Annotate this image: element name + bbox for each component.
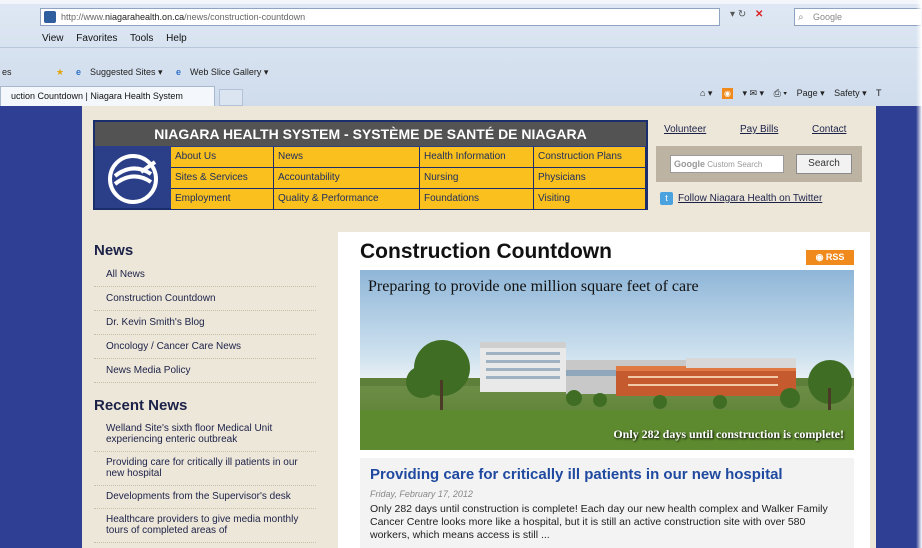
nav-accountability[interactable]: Accountability xyxy=(274,168,420,189)
site-title: NIAGARA HEALTH SYSTEM - SYSTÈME DE SANTÉ… xyxy=(95,122,646,146)
recent-news-list: Welland Site's sixth floor Medical Unit … xyxy=(94,418,324,543)
rss-button[interactable]: ◉ RSS xyxy=(806,250,854,265)
main-nav: About Us News Health Information Constru… xyxy=(171,147,646,210)
browser-chrome: http://www.niagarahealth.on.ca/news/cons… xyxy=(0,0,922,106)
dropdown-arrow-icon[interactable]: ▾ xyxy=(730,9,735,20)
rss-label: RSS xyxy=(825,252,845,262)
web-page: NIAGARA HEALTH SYSTEM - SYSTÈME DE SANTÉ… xyxy=(82,106,876,548)
news-list: All News Construction Countdown Dr. Kevi… xyxy=(94,263,324,383)
nav-sites-services[interactable]: Sites & Services xyxy=(171,168,274,189)
nav-physicians[interactable]: Physicians xyxy=(534,168,646,189)
address-tools: ▾ ↻ ✕ xyxy=(730,9,769,20)
new-tab-button[interactable] xyxy=(219,89,243,106)
article-title[interactable]: Providing care for critically ill patien… xyxy=(370,466,783,483)
recent-news-item[interactable]: Healthcare providers to give media month… xyxy=(94,509,316,543)
suggested-sites[interactable]: Suggested Sites ▾ xyxy=(90,62,163,82)
twitter-label: Follow Niagara Health on Twitter xyxy=(678,193,823,205)
hero-caption: Preparing to provide one million square … xyxy=(368,278,699,295)
cmd-tools[interactable]: T xyxy=(876,88,882,98)
cmd-page[interactable]: Page ▾ xyxy=(797,88,825,98)
menu-view[interactable]: View xyxy=(42,33,64,44)
site-favicon-icon xyxy=(44,11,56,23)
stop-icon[interactable]: ✕ xyxy=(755,9,763,20)
article-teaser: Providing care for critically ill patien… xyxy=(360,458,854,548)
hero-countdown: Only 282 days until construction is comp… xyxy=(613,427,844,441)
recent-news-item[interactable]: Welland Site's sixth floor Medical Unit … xyxy=(94,418,316,452)
site-search-placeholder: Custom Search xyxy=(707,160,763,169)
contact-link[interactable]: Contact xyxy=(812,124,846,135)
menu-bar: View Favorites Tools Help xyxy=(0,30,922,48)
print-icon[interactable]: ⎙ ▾ xyxy=(774,88,787,98)
article-body: Only 282 days until construction is comp… xyxy=(370,503,828,541)
edge-fade-right xyxy=(916,0,922,548)
recent-news-item[interactable]: Developments from the Supervisor's desk xyxy=(94,486,316,509)
address-prefix: http://www. xyxy=(61,12,106,22)
rss-icon: ◉ xyxy=(815,252,826,262)
edge-fade-top xyxy=(0,0,922,4)
nav-nursing[interactable]: Nursing xyxy=(420,168,534,189)
nav-quality-performance[interactable]: Quality & Performance xyxy=(274,189,420,210)
pay-bills-link[interactable]: Pay Bills xyxy=(740,124,778,135)
page-title: Construction Countdown xyxy=(360,240,612,263)
web-slice-gallery[interactable]: Web Slice Gallery ▾ xyxy=(190,62,268,82)
recent-news-item[interactable]: Providing care for critically ill patien… xyxy=(94,452,316,486)
site-header: NIAGARA HEALTH SYSTEM - SYSTÈME DE SANTÉ… xyxy=(93,120,648,210)
command-bar: ⌂ ▾ ◉ ▾ ✉ ▾ ⎙ ▾ Page ▾ Safety ▾ T xyxy=(700,88,889,100)
google-label: Google xyxy=(674,159,705,169)
address-row: http://www.niagarahealth.on.ca/news/cons… xyxy=(40,6,922,28)
favorites-label[interactable]: es xyxy=(2,62,12,82)
twitter-link[interactable]: t Follow Niagara Health on Twitter xyxy=(660,192,822,205)
sidebar-item-construction-countdown[interactable]: Construction Countdown xyxy=(94,287,316,311)
volunteer-link[interactable]: Volunteer xyxy=(664,124,706,135)
recent-news-heading: Recent News xyxy=(94,397,188,414)
address-path: /news/construction-countdown xyxy=(184,12,306,22)
search-icon: ⌕ xyxy=(798,12,804,23)
sidebar: News All News Construction Countdown Dr.… xyxy=(94,242,324,543)
sidebar-item-news-media-policy[interactable]: News Media Policy xyxy=(94,359,316,383)
sidebar-item-oncology-news[interactable]: Oncology / Cancer Care News xyxy=(94,335,316,359)
favorites-bar: es ★ e Suggested Sites ▾ e Web Slice Gal… xyxy=(0,62,922,82)
mail-icon[interactable]: ▾ ✉ ▾ xyxy=(743,88,765,98)
nav-visiting[interactable]: Visiting xyxy=(534,189,646,210)
nav-employment[interactable]: Employment xyxy=(171,189,274,210)
cmd-safety[interactable]: Safety ▾ xyxy=(834,88,867,98)
news-heading: News xyxy=(94,242,134,259)
hero-image: Preparing to provide one million square … xyxy=(360,270,854,450)
nav-health-information[interactable]: Health Information xyxy=(420,147,534,168)
main-content: Construction Countdown ◉ RSS Preparing t… xyxy=(338,232,870,548)
nav-construction-plans[interactable]: Construction Plans xyxy=(534,147,646,168)
add-favorite-icon[interactable]: ★ xyxy=(56,62,64,82)
nav-about-us[interactable]: About Us xyxy=(171,147,274,168)
tab-row: uction Countdown | Niagara Health System… xyxy=(0,84,922,106)
feeds-icon[interactable]: ◉ xyxy=(721,88,733,100)
niagara-health-logo-icon[interactable] xyxy=(101,152,165,206)
nav-foundations[interactable]: Foundations xyxy=(420,189,534,210)
browser-search-placeholder: Google xyxy=(813,12,843,22)
nav-news[interactable]: News xyxy=(274,147,420,168)
web-slice-icon: e xyxy=(176,67,182,77)
sidebar-item-all-news[interactable]: All News xyxy=(94,263,316,287)
menu-favorites[interactable]: Favorites xyxy=(76,33,117,44)
tab-active[interactable]: uction Countdown | Niagara Health System xyxy=(0,86,215,106)
twitter-icon: t xyxy=(660,192,673,205)
menu-help[interactable]: Help xyxy=(166,33,187,44)
sidebar-item-kevin-smith-blog[interactable]: Dr. Kevin Smith's Blog xyxy=(94,311,316,335)
home-icon[interactable]: ⌂ ▾ xyxy=(700,88,712,98)
hospital-rendering xyxy=(360,340,854,450)
ie-icon: e xyxy=(76,67,82,77)
menu-tools[interactable]: Tools xyxy=(130,33,153,44)
search-button[interactable]: Search xyxy=(796,154,852,174)
address-domain: niagarahealth.on.ca xyxy=(105,12,185,22)
browser-search-input[interactable]: ⌕ Google xyxy=(794,8,922,26)
refresh-icon[interactable]: ↻ xyxy=(738,9,746,20)
site-search: Google Custom Search Search xyxy=(656,146,862,182)
address-bar[interactable]: http://www.niagarahealth.on.ca/news/cons… xyxy=(40,8,720,26)
site-search-input[interactable]: Google Custom Search xyxy=(670,155,784,173)
article-date: Friday, February 17, 2012 xyxy=(370,489,473,499)
